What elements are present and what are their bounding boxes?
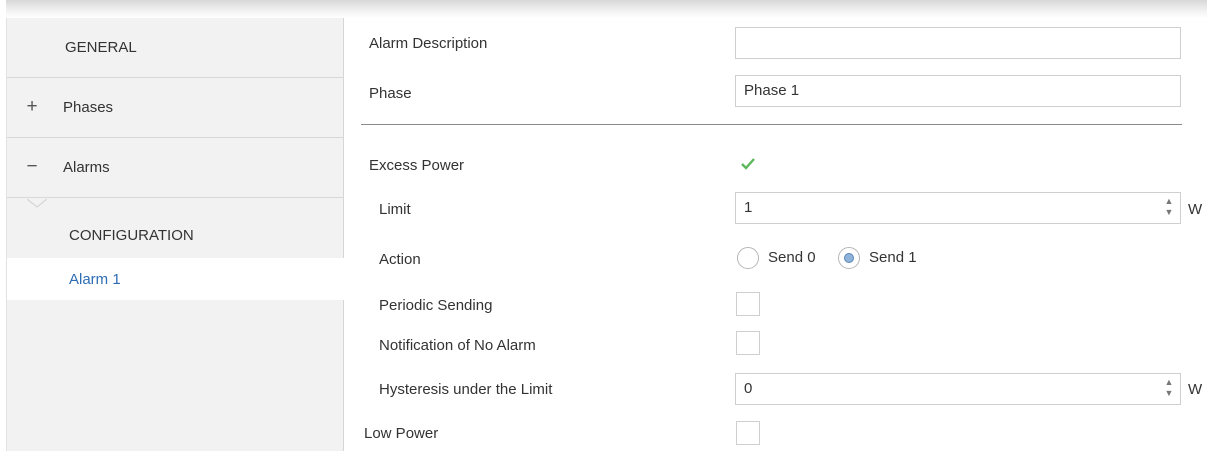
limit-input[interactable]: 1 ▲ ▼ bbox=[735, 192, 1181, 224]
sidebar-item-configuration-label: CONFIGURATION bbox=[69, 227, 194, 244]
hysteresis-input[interactable]: 0 ▲ ▼ bbox=[735, 373, 1181, 405]
phase-input[interactable]: Phase 1 bbox=[735, 75, 1181, 107]
limit-label: Limit bbox=[379, 201, 411, 218]
limit-unit: W bbox=[1188, 201, 1203, 218]
hysteresis-value: 0 bbox=[744, 380, 753, 397]
sidebar-item-phases-label: Phases bbox=[63, 99, 114, 116]
sidebar-item-alarm-1-label: Alarm 1 bbox=[69, 271, 121, 288]
excess-power-checkbox[interactable] bbox=[736, 152, 760, 176]
periodic-sending-label: Periodic Sending bbox=[379, 297, 493, 314]
sidebar: GENERAL + Phases − Alarms CONFIGURATION … bbox=[6, 18, 345, 451]
sidebar-item-alarms[interactable]: − Alarms bbox=[7, 138, 344, 198]
top-shadow bbox=[6, 0, 1207, 18]
spinner-arrows-icon[interactable]: ▲ ▼ bbox=[1164, 377, 1174, 401]
send-0-radio[interactable] bbox=[737, 247, 759, 269]
send-0-label[interactable]: Send 0 bbox=[768, 249, 816, 266]
alarm-description-input[interactable] bbox=[735, 27, 1181, 59]
hysteresis-unit: W bbox=[1188, 381, 1203, 398]
spinner-arrows-icon[interactable]: ▲ ▼ bbox=[1164, 196, 1174, 220]
sidebar-item-general-label: GENERAL bbox=[65, 39, 137, 56]
send-1-radio[interactable] bbox=[838, 247, 860, 269]
send-1-label[interactable]: Send 1 bbox=[869, 249, 917, 266]
sidebar-item-phases[interactable]: + Phases bbox=[7, 78, 344, 138]
periodic-sending-checkbox[interactable] bbox=[736, 292, 760, 316]
sidebar-item-alarm-1[interactable]: Alarm 1 bbox=[7, 258, 345, 300]
checkmark-icon bbox=[741, 158, 755, 170]
phase-label: Phase bbox=[369, 85, 412, 102]
sidebar-item-general[interactable]: GENERAL bbox=[7, 18, 344, 78]
limit-value: 1 bbox=[744, 199, 753, 216]
tree-notch-icon bbox=[27, 198, 47, 208]
window-frame: GENERAL + Phases − Alarms CONFIGURATION … bbox=[0, 0, 1213, 451]
action-label: Action bbox=[379, 251, 421, 268]
low-power-label: Low Power bbox=[364, 425, 439, 442]
collapse-icon[interactable]: − bbox=[25, 156, 39, 178]
hysteresis-label: Hysteresis under the Limit bbox=[379, 381, 553, 398]
expand-icon[interactable]: + bbox=[25, 96, 39, 118]
sidebar-item-alarms-label: Alarms bbox=[63, 159, 110, 176]
section-divider bbox=[361, 124, 1182, 125]
low-power-checkbox[interactable] bbox=[736, 421, 760, 445]
alarm-description-label: Alarm Description bbox=[369, 35, 488, 52]
notification-no-alarm-checkbox[interactable] bbox=[736, 331, 760, 355]
excess-power-label: Excess Power bbox=[369, 157, 465, 174]
notification-no-alarm-label: Notification of No Alarm bbox=[379, 337, 536, 354]
sidebar-item-configuration[interactable]: CONFIGURATION bbox=[7, 214, 344, 256]
